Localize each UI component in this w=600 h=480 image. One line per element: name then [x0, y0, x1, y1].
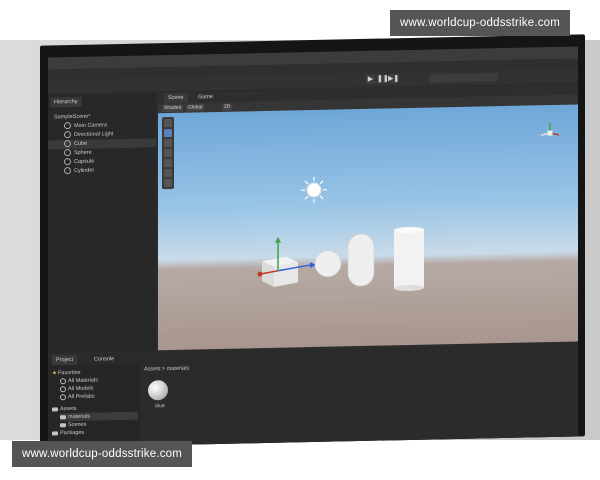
- tab-hierarchy[interactable]: Hierarchy: [50, 96, 82, 108]
- tab-project[interactable]: Project: [52, 354, 78, 366]
- sphere-object: [314, 250, 342, 277]
- gameobject-icon: [64, 149, 71, 157]
- rect-tool-icon[interactable]: [164, 158, 172, 168]
- assets-folder-label: Scenes: [68, 421, 87, 429]
- play-button[interactable]: ▶: [366, 74, 375, 84]
- shading-mode-dropdown[interactable]: Shaded: [162, 104, 184, 113]
- folder-icon: [60, 422, 66, 427]
- pause-button[interactable]: ❚❚: [377, 74, 389, 84]
- search-icon: [60, 385, 66, 392]
- directional-light-icon: [301, 176, 327, 203]
- packages-header[interactable]: Packages: [52, 429, 84, 438]
- favorites-item-label: All Prefabs: [68, 393, 95, 401]
- hierarchy-item-label: Capsule: [74, 158, 95, 166]
- tab-scene[interactable]: Scene: [164, 92, 188, 104]
- hierarchy-item-label: Sphere: [74, 149, 92, 157]
- hierarchy-item-label: Cylinder: [74, 167, 95, 175]
- step-button[interactable]: ▶❚: [388, 74, 399, 84]
- search-icon: [60, 393, 66, 400]
- watermark-top: www.worldcup-oddsstrike.com: [390, 10, 571, 36]
- layers-button[interactable]: [460, 73, 480, 82]
- favorites-label: Favorites: [57, 369, 81, 377]
- scale-tool-icon[interactable]: [164, 148, 172, 158]
- gameobject-icon: [64, 122, 71, 130]
- gameobject-icon: [64, 167, 71, 175]
- folder-icon: [52, 406, 58, 412]
- gameobject-icon: [64, 158, 71, 166]
- watermark-bottom: www.worldcup-oddsstrike.com: [12, 441, 193, 467]
- hierarchy-item-label: Main Camera: [74, 122, 108, 130]
- favorites-item[interactable]: All Prefabs: [60, 393, 95, 402]
- gizmo-mode-dropdown[interactable]: Global: [186, 104, 205, 112]
- assets-label: Assets: [60, 405, 77, 413]
- orientation-gizmo-icon: [540, 123, 560, 136]
- favorites-item-label: All Models: [68, 385, 94, 393]
- cube-object: [262, 256, 298, 287]
- cylinder-object: [394, 226, 424, 292]
- 2d-toggle[interactable]: 2D: [222, 103, 233, 111]
- hierarchy-panel: Hierarchy SampleScene* Main Camera Direc…: [48, 93, 156, 354]
- material-asset-label: blue: [155, 403, 165, 410]
- packages-label: Packages: [60, 429, 85, 437]
- assets-folder-label: materials: [68, 413, 91, 421]
- toolbar-button[interactable]: [444, 73, 460, 83]
- tab-console[interactable]: Console: [90, 354, 119, 365]
- tool-palette: [162, 116, 174, 190]
- hierarchy-item-label: Cube: [74, 140, 88, 148]
- capsule-object: [347, 233, 375, 287]
- hierarchy-item-label: Directional Light: [74, 131, 114, 139]
- project-folder-tree: ★Favorites All Materials All Models All …: [48, 363, 140, 448]
- scene-3d-view: [158, 123, 578, 329]
- tab-game[interactable]: Game: [194, 92, 217, 103]
- unity-editor-screen: ▶ ❚❚ ▶❚ Hierarchy SampleScene* Main Came…: [48, 46, 578, 448]
- folder-icon: [60, 414, 66, 419]
- scene-viewport[interactable]: [158, 104, 578, 351]
- project-asset-grid: [140, 354, 578, 446]
- custom-tool-icon[interactable]: [164, 178, 172, 188]
- move-tool-icon[interactable]: [164, 128, 172, 138]
- scene-name: SampleScene*: [54, 113, 91, 121]
- rotate-tool-icon[interactable]: [164, 138, 172, 148]
- hierarchy-item[interactable]: Cylinder: [48, 165, 156, 176]
- photo: ▶ ❚❚ ▶❚ Hierarchy SampleScene* Main Came…: [0, 0, 600, 480]
- hand-tool-icon[interactable]: [164, 118, 172, 128]
- gameobject-icon: [64, 140, 71, 148]
- breadcrumb[interactable]: Assets > materials: [144, 364, 189, 375]
- favorites-item-label: All Materials: [68, 377, 98, 385]
- gameobject-icon: [64, 131, 71, 139]
- layout-button[interactable]: [478, 73, 498, 82]
- folder-icon: [52, 430, 58, 436]
- search-icon: [60, 377, 66, 384]
- transform-tool-icon[interactable]: [164, 168, 172, 178]
- assets-folder-selected[interactable]: materials: [60, 411, 138, 422]
- star-icon: ★: [52, 370, 57, 377]
